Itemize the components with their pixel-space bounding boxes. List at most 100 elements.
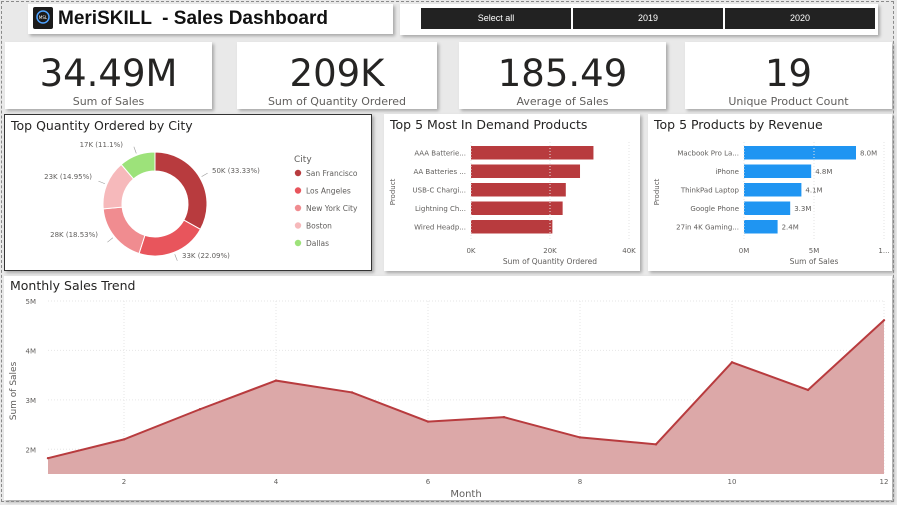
slice-data-label: 50K (33.33%) (212, 167, 260, 175)
y-tick-label: 5M (26, 298, 37, 306)
bar-category-label: Google Phone (690, 205, 739, 213)
y-tick-label: 3M (26, 397, 37, 405)
kpi-value: 19 (764, 52, 813, 95)
trend-point (578, 436, 582, 439)
donut-slice (138, 219, 202, 257)
revenue-bar-chart[interactable]: Top 5 Products by Revenue Macbook Pro La… (648, 114, 892, 271)
x-tick-label: 8 (578, 478, 582, 486)
bar-data-label: 4.8M (815, 168, 832, 176)
donut-svg: 50K (33.33%) 33K (22.09%) 28K (18.53%) 23K … (44, 141, 358, 261)
kpi-label: Sum of Sales (72, 95, 145, 108)
slice-leader (174, 254, 178, 261)
bar (744, 183, 802, 197)
legend-item: Boston (306, 222, 332, 231)
bar (744, 146, 856, 160)
legend-item: Dallas (306, 239, 329, 248)
legend-marker (294, 169, 302, 177)
slice-data-label: 33K (22.09%) (182, 252, 230, 260)
kpi-value: 209K (289, 52, 385, 95)
x-tick-label: 12 (880, 478, 889, 486)
y-tick-label: 4M (26, 347, 37, 355)
x-tick-label: 5M (809, 247, 820, 255)
x-tick-label: 4 (274, 478, 279, 486)
bar (744, 164, 812, 178)
x-tick-label: 2 (122, 478, 126, 486)
x-tick-label: 40K (622, 247, 636, 255)
slicer-2019-button[interactable]: 2019 (573, 8, 723, 29)
x-axis-title: Month (450, 489, 481, 500)
donut-slice (102, 206, 146, 255)
trend-point (350, 391, 354, 394)
legend-item: San Francisco (306, 169, 358, 178)
x-tick-label: 10 (728, 478, 737, 486)
bar-category-label: iPhone (715, 168, 739, 176)
donut-slice (154, 151, 208, 231)
revenue-svg: Macbook Pro La... 8.0M iPhone 4.8M ThinkPad … (653, 142, 890, 266)
y-axis-title: Product (389, 178, 397, 205)
slice-data-label: 17K (11.1%) (80, 141, 124, 149)
dashboard-title: MeriSKILL - Sales Dashboard (58, 8, 328, 29)
bar-category-label: AA Batteries ... (413, 168, 466, 176)
slicer-2020-button[interactable]: 2020 (725, 8, 875, 29)
logo-graphic: MSL (36, 10, 50, 24)
bar-category-label: Lightning Ch... (415, 205, 466, 213)
x-tick-label: 6 (426, 478, 431, 486)
bar (471, 146, 594, 160)
y-axis-title: Sum of Sales (9, 361, 19, 420)
x-tick-label: 1... (878, 247, 889, 255)
trend-point (806, 388, 810, 392)
x-tick-label: 0M (739, 247, 750, 255)
trend-point (882, 319, 886, 322)
legend-title: City (294, 155, 312, 165)
trend-point (730, 361, 734, 364)
area-fill (48, 320, 884, 474)
bar (744, 220, 778, 234)
trend-point (122, 438, 126, 441)
kpi-sum-of-sales[interactable]: 34.49M Sum of Sales (5, 42, 212, 109)
slicer-select-all-button[interactable]: Select all (421, 8, 571, 29)
kpi-value: 34.49M (39, 52, 178, 95)
bar-category-label: ThinkPad Laptop (680, 186, 740, 194)
bar (471, 183, 566, 197)
legend-item: Los Angeles (306, 187, 351, 196)
bar (471, 164, 581, 178)
bar-category-label: Macbook Pro La... (677, 149, 739, 157)
trend-point (46, 456, 50, 460)
x-axis-title: Sum of Quantity Ordered (503, 257, 597, 266)
trend-point (426, 420, 430, 423)
bar-data-label: 8.0M (860, 149, 877, 157)
monthly-trend-chart[interactable]: Monthly Sales Trend 2M 3M 4M 5M 2 4 6 8 10 12 Mont… (4, 276, 892, 500)
kpi-value: 185.49 (497, 52, 628, 95)
trend-point (198, 408, 202, 411)
kpi-average-of-sales[interactable]: 185.49 Average of Sales (459, 42, 666, 109)
slice-leader (133, 146, 137, 154)
x-axis-title: Sum of Sales (790, 257, 839, 266)
legend-marker (294, 239, 302, 247)
bar (744, 201, 791, 215)
demand-bar-chart[interactable]: Top 5 Most In Demand Products AAA Batter… (384, 114, 640, 271)
bar-data-label: 2.4M (782, 223, 799, 231)
kpi-sum-of-quantity[interactable]: 209K Sum of Quantity Ordered (237, 42, 437, 109)
slice-leader (201, 172, 208, 177)
trend-point (274, 379, 278, 382)
slice-leader (98, 180, 106, 185)
bar-category-label: 27in 4K Gaming... (676, 223, 739, 231)
trend-svg: 2M 3M 4M 5M 2 4 6 8 10 12 Month Sum of Sales (9, 298, 889, 500)
legend-marker (294, 204, 302, 212)
kpi-unique-product-count[interactable]: 19 Unique Product Count (685, 42, 892, 109)
city-donut-chart[interactable]: Top Quantity Ordered by City 50K (33.33%… (4, 114, 372, 271)
slice-data-label: 28K (18.53%) (50, 231, 98, 239)
slice-leader (107, 237, 114, 243)
bar-category-label: Wired Headp... (414, 223, 466, 231)
merskill-logo: MSL (33, 7, 53, 29)
bar-data-label: 3.3M (794, 205, 811, 213)
trend-point (502, 415, 506, 419)
bar (471, 220, 553, 234)
trend-point (654, 443, 658, 446)
x-tick-label: 20K (543, 247, 557, 255)
legend-marker (294, 222, 302, 229)
y-tick-label: 2M (26, 446, 37, 454)
y-axis-title: Product (653, 178, 661, 205)
bar-category-label: USB-C Chargi... (413, 186, 466, 194)
kpi-label: Sum of Quantity Ordered (267, 95, 407, 108)
